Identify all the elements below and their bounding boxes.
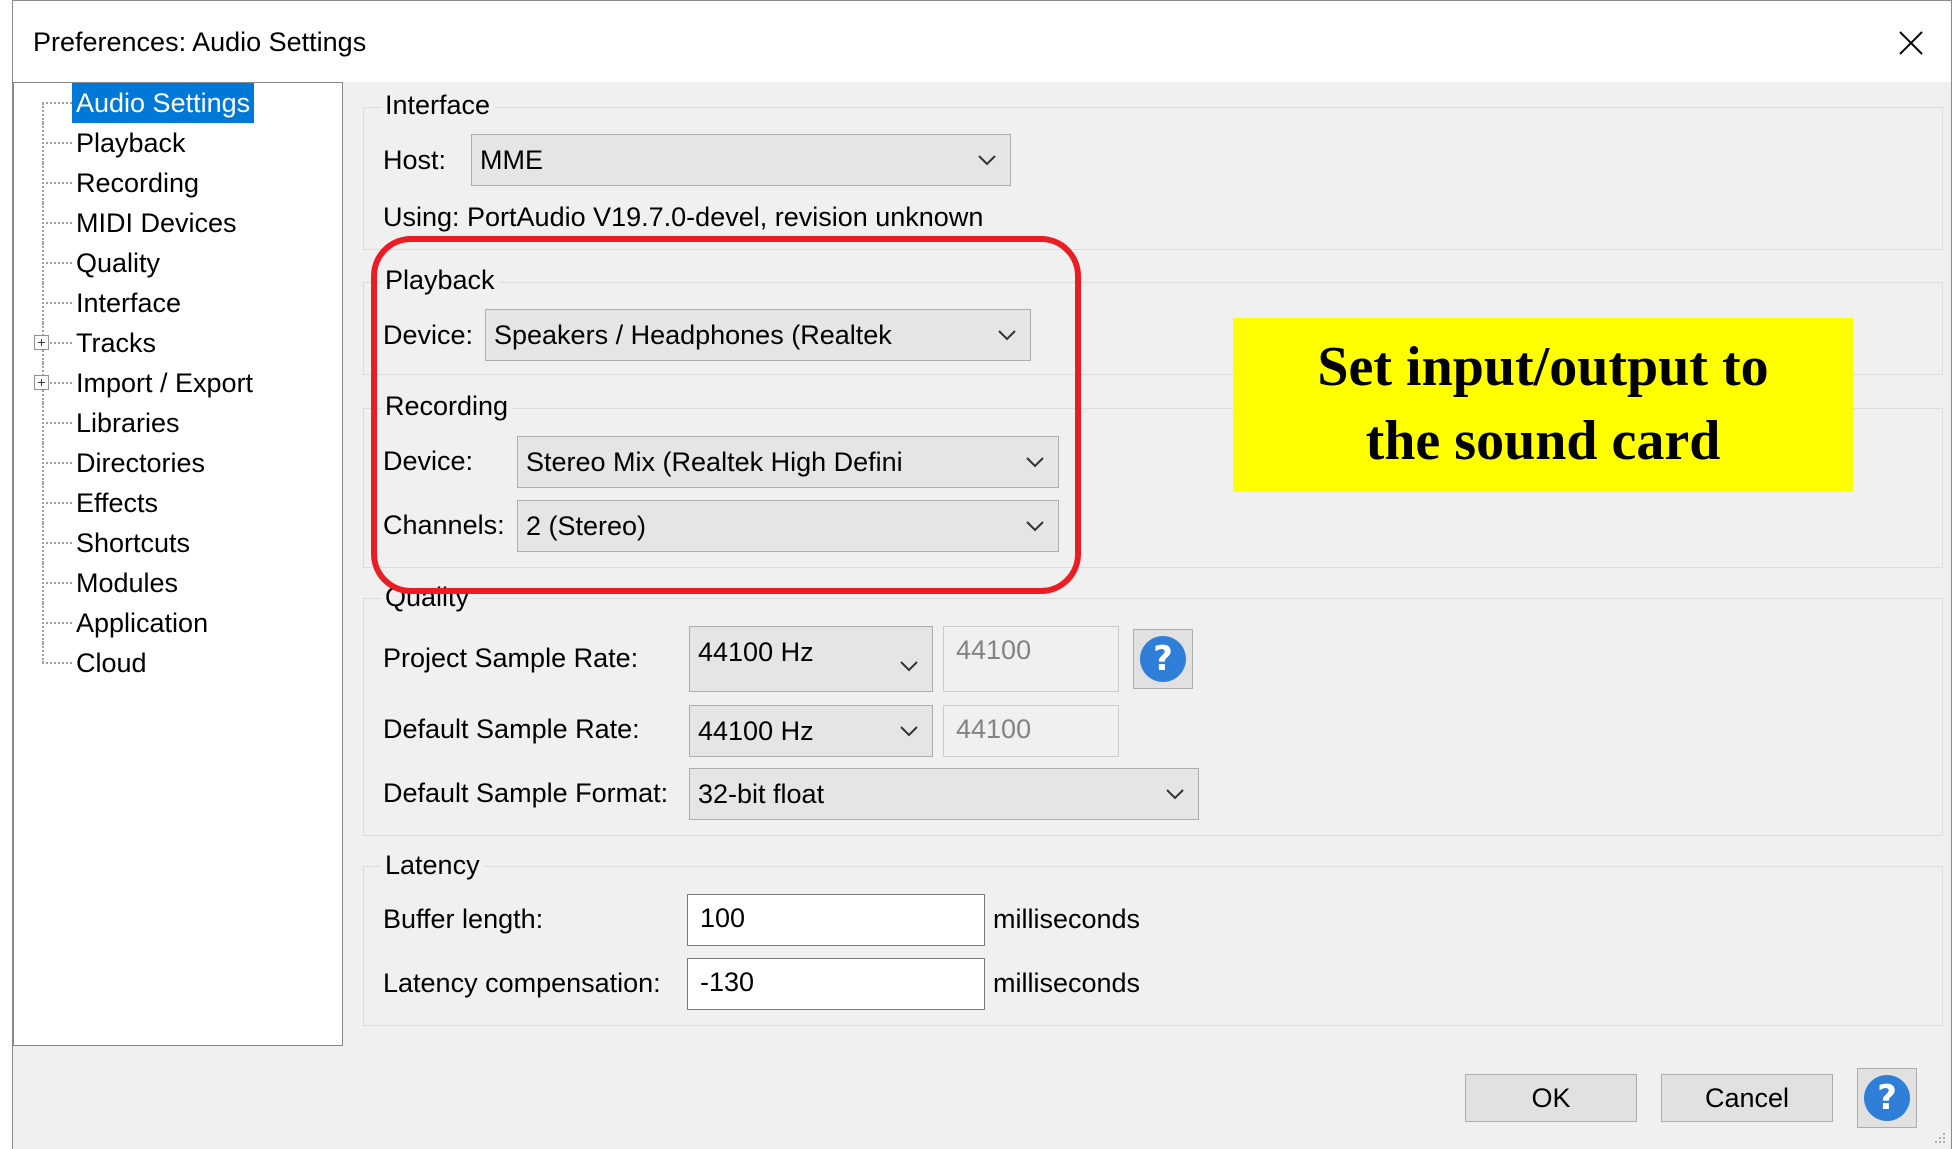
interface-group-label: Interface [381, 90, 495, 121]
quality-help-button[interactable]: ? [1133, 629, 1193, 689]
tree-item-label: Audio Settings [72, 83, 255, 123]
annotation-line-2: the sound card [1365, 410, 1721, 472]
tree-item-label: Directories [76, 448, 206, 478]
portaudio-info-text: Using: PortAudio V19.7.0-devel, revision… [383, 202, 984, 232]
tree-item-label: Quality [76, 248, 161, 278]
buffer-length-label: Buffer length: [383, 904, 544, 934]
tree-item-label: Modules [76, 568, 179, 598]
tree-item-playback[interactable]: Playback [14, 123, 334, 163]
latency-compensation-label: Latency compensation: [383, 968, 661, 998]
expand-plus-icon[interactable]: + [34, 375, 49, 390]
chevron-down-icon [978, 155, 996, 166]
latency-compensation-unit: milliseconds [993, 968, 1141, 998]
tree-item-label: MIDI Devices [76, 208, 237, 238]
chevron-down-icon [1166, 789, 1184, 800]
window-title: Preferences: Audio Settings [33, 27, 367, 57]
default-sample-rate-value: 44100 Hz [698, 716, 814, 746]
tree-item-label: Libraries [76, 408, 180, 438]
cancel-button[interactable]: Cancel [1661, 1074, 1833, 1122]
close-button[interactable] [1883, 15, 1939, 71]
buffer-length-input[interactable]: 100 [687, 894, 985, 946]
tree-item-cloud[interactable]: Cloud [14, 643, 334, 683]
annotation-callout: Set input/output to the sound card [1233, 318, 1853, 492]
latency-compensation-input[interactable]: -130 [687, 958, 985, 1010]
preferences-category-tree[interactable]: Audio Settings Playback Recording MIDI D… [13, 82, 343, 1046]
tree-item-libraries[interactable]: Libraries [14, 403, 334, 443]
tree-item-application[interactable]: Application [14, 603, 334, 643]
tree-item-label: Interface [76, 288, 182, 318]
tree-item-label: Playback [76, 128, 186, 158]
help-icon: ? [1140, 636, 1186, 682]
project-sample-rate-value: 44100 Hz [698, 637, 814, 667]
annotation-highlight-ring [371, 236, 1081, 594]
tree-item-modules[interactable]: Modules [14, 563, 334, 603]
tree-item-label: Cloud [76, 648, 147, 678]
annotation-line-1: Set input/output to [1317, 336, 1769, 398]
project-sample-rate-label: Project Sample Rate: [383, 643, 639, 673]
default-sample-format-select[interactable]: 32-bit float [689, 768, 1199, 820]
chevron-down-icon [900, 726, 918, 737]
tree-item-quality[interactable]: Quality [14, 243, 334, 283]
tree-item-directories[interactable]: Directories [14, 443, 334, 483]
buffer-length-unit: milliseconds [993, 904, 1141, 934]
tree-item-effects[interactable]: Effects [14, 483, 334, 523]
default-sample-format-value: 32-bit float [698, 779, 825, 809]
tree-item-audio-settings[interactable]: Audio Settings [14, 83, 334, 123]
expand-plus-icon[interactable]: + [34, 335, 49, 350]
tree-item-midi-devices[interactable]: MIDI Devices [14, 203, 334, 243]
tree-item-recording[interactable]: Recording [14, 163, 334, 203]
host-select[interactable]: MME [471, 134, 1011, 186]
host-label: Host: [383, 145, 447, 175]
close-icon [1899, 31, 1923, 55]
tree-item-label: Import / Export [76, 368, 254, 398]
ok-button[interactable]: OK [1465, 1074, 1637, 1122]
tree-item-interface[interactable]: Interface [14, 283, 334, 323]
default-sample-rate-select[interactable]: 44100 Hz [689, 705, 933, 757]
preferences-dialog: Preferences: Audio Settings Audio Settin… [12, 0, 1952, 1149]
help-icon: ? [1864, 1075, 1910, 1121]
project-sample-rate-text: 44100 [943, 626, 1119, 692]
tree-item-tracks[interactable]: + Tracks [14, 323, 334, 363]
project-sample-rate-select[interactable]: 44100 Hz [689, 626, 933, 692]
tree-item-label: Recording [76, 168, 200, 198]
host-select-value: MME [480, 145, 543, 175]
default-sample-rate-text: 44100 [943, 705, 1119, 757]
resize-grip-icon[interactable] [1929, 1127, 1947, 1145]
tree-item-label: Tracks [76, 328, 156, 358]
tree-item-label: Effects [76, 488, 159, 518]
default-sample-rate-label: Default Sample Rate: [383, 714, 640, 744]
default-sample-format-label: Default Sample Format: [383, 778, 669, 808]
latency-group [363, 866, 1943, 1026]
tree-item-import-export[interactable]: + Import / Export [14, 363, 334, 403]
dialog-help-button[interactable]: ? [1857, 1068, 1917, 1128]
title-bar: Preferences: Audio Settings [13, 0, 1951, 82]
tree-item-label: Application [76, 608, 209, 638]
latency-group-label: Latency [381, 850, 484, 881]
chevron-down-icon [900, 661, 918, 672]
tree-item-label: Shortcuts [76, 528, 191, 558]
tree-item-shortcuts[interactable]: Shortcuts [14, 523, 334, 563]
